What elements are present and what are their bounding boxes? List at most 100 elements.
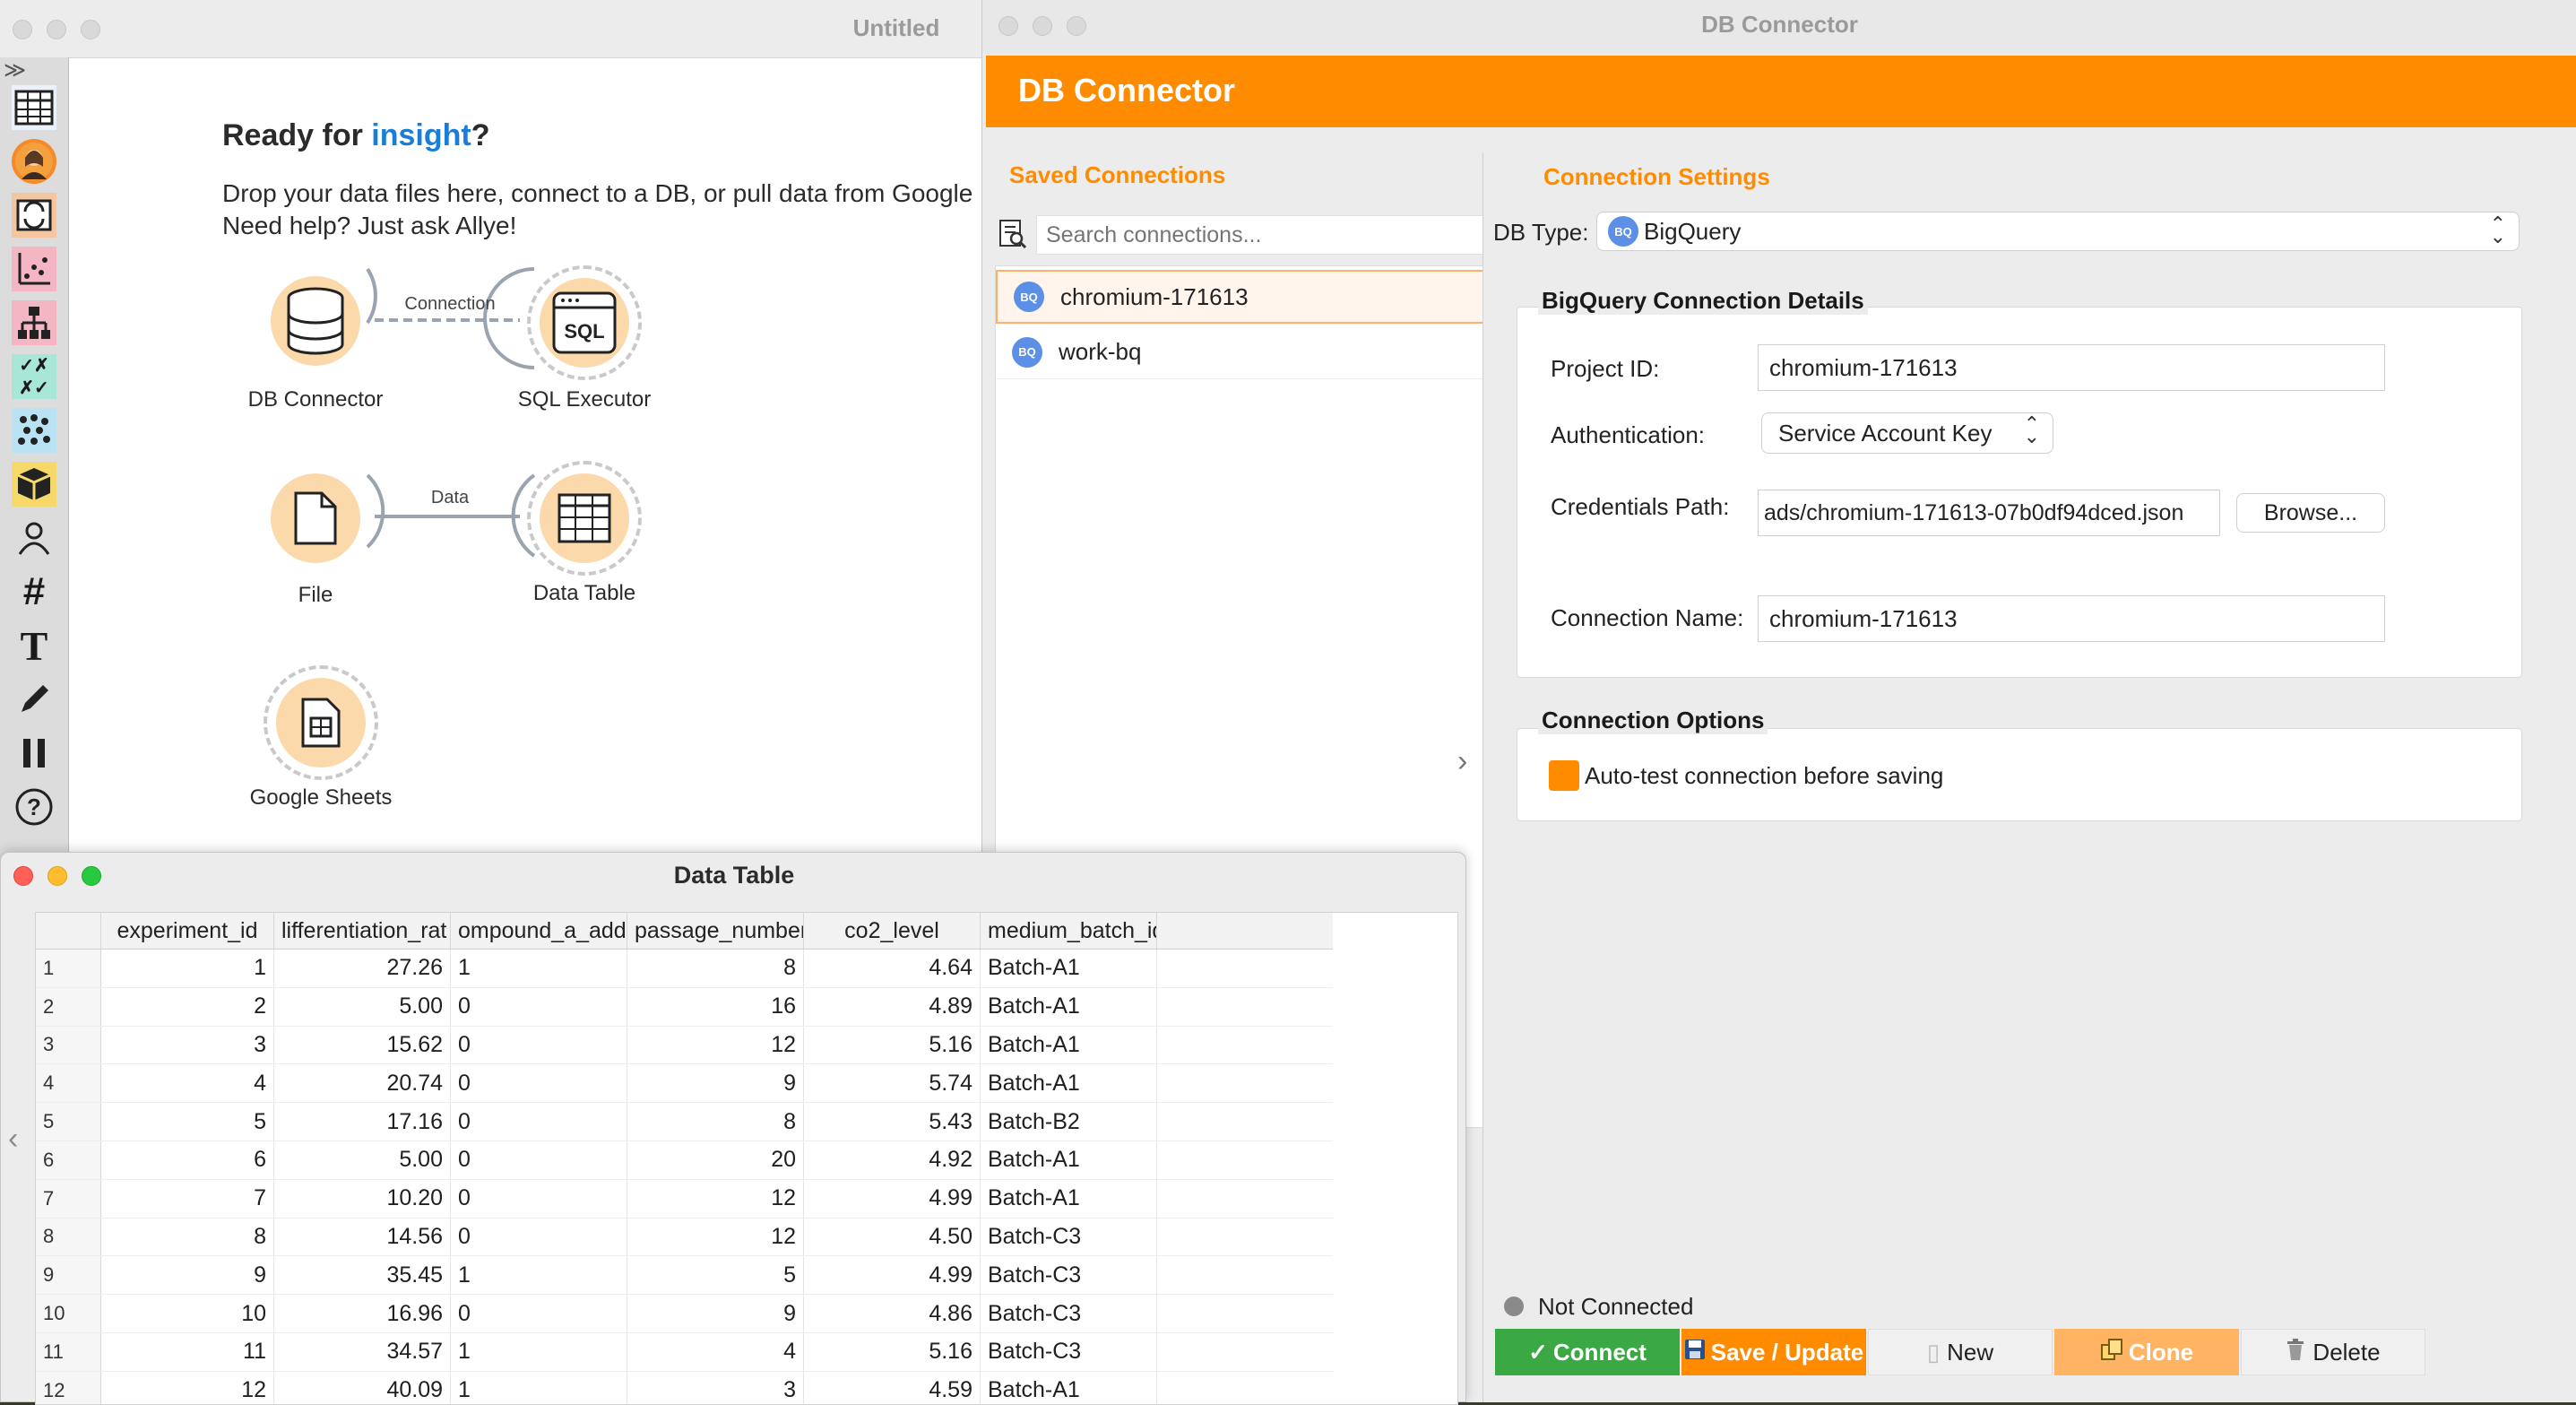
table-cell[interactable]: 6 [101,1140,274,1179]
autotest-option[interactable]: Auto-test connection before saving [1549,760,1943,791]
clone-button[interactable]: Clone [2054,1329,2239,1375]
table-row[interactable]: 4420.74095.74Batch-A1 [36,1064,1333,1103]
table-row[interactable]: 7710.200124.99Batch-A1 [36,1179,1333,1218]
table-cell[interactable]: 5.16 [804,1332,981,1371]
table-cell[interactable]: 3 [627,1371,804,1405]
row-number[interactable]: 10 [36,1295,101,1333]
table-cell[interactable]: Batch-C3 [981,1256,1157,1295]
search-connections-field[interactable] [1036,215,1529,255]
column-header[interactable]: lifferentiation_rat [274,913,451,950]
table-cell[interactable]: 9 [101,1256,274,1295]
table-cell[interactable]: 35.45 [274,1256,451,1295]
table-cell[interactable]: 7 [101,1179,274,1218]
table-row[interactable]: 101016.96094.86Batch-C3 [36,1295,1333,1333]
list-item-connection[interactable]: BQ chromium-171613 [996,270,1539,324]
table-cell[interactable]: Batch-A1 [981,1026,1157,1064]
node-db-connector[interactable] [271,276,360,366]
table-row[interactable]: 9935.45154.99Batch-C3 [36,1256,1333,1295]
table-cell[interactable]: Batch-A1 [981,1179,1157,1218]
table-cell[interactable]: 9 [627,1064,804,1103]
table-cell[interactable]: 0 [451,1140,627,1179]
table-row[interactable]: 3315.620125.16Batch-A1 [36,1026,1333,1064]
table-cell[interactable]: 34.57 [274,1332,451,1371]
save-update-button[interactable]: Save / Update [1681,1329,1866,1375]
credentials-path-field[interactable] [1758,490,2220,536]
column-header[interactable]: medium_batch_id [981,913,1157,950]
table-cell[interactable]: 0 [451,1103,627,1141]
table-row[interactable]: 1127.26184.64Batch-A1 [36,950,1333,988]
node-sql-executor[interactable]: SQL [540,278,629,368]
table-cell[interactable]: 9 [627,1295,804,1333]
delete-button[interactable]: Delete [2241,1329,2425,1375]
table-cell[interactable]: 5.00 [274,1140,451,1179]
table-cell[interactable]: 20 [627,1140,804,1179]
table-cell[interactable]: 0 [451,1218,627,1256]
table-cell[interactable]: 5.43 [804,1103,981,1141]
table-cell[interactable]: Batch-A1 [981,1140,1157,1179]
table-cell[interactable]: 0 [451,1026,627,1064]
row-number[interactable]: 3 [36,1026,101,1064]
table-cell[interactable]: 1 [451,1371,627,1405]
project-id-field[interactable] [1758,344,2385,391]
table-cell[interactable]: 12 [627,1026,804,1064]
connection-name-field[interactable] [1758,595,2385,642]
table-cell[interactable]: Batch-B2 [981,1103,1157,1141]
table-cell[interactable]: 5.16 [804,1026,981,1064]
chevron-right-icon[interactable]: › [1457,744,1467,779]
connect-button[interactable]: ✓Connect [1495,1329,1680,1375]
row-number[interactable]: 12 [36,1371,101,1405]
table-cell[interactable]: 1 [451,1256,627,1295]
table-cell[interactable]: 8 [101,1218,274,1256]
table-cell[interactable]: 4.86 [804,1295,981,1333]
row-number[interactable]: 8 [36,1218,101,1256]
table-cell[interactable]: Batch-A1 [981,987,1157,1026]
row-number[interactable]: 4 [36,1064,101,1103]
table-row[interactable]: 225.000164.89Batch-A1 [36,987,1333,1026]
table-cell[interactable]: 8 [627,950,804,988]
table-cell[interactable]: 5 [627,1256,804,1295]
table-cell[interactable]: Batch-C3 [981,1332,1157,1371]
table-cell[interactable]: 5 [101,1103,274,1141]
table-cell[interactable]: 1 [451,950,627,988]
table-cell[interactable]: 12 [627,1179,804,1218]
table-cell[interactable]: 10.20 [274,1179,451,1218]
column-header[interactable]: co2_level [804,913,981,950]
list-item-connection[interactable]: BQ work-bq [996,325,1539,379]
project-id-input[interactable] [1759,345,2384,390]
credentials-path-input[interactable] [1759,490,2219,535]
row-number[interactable]: 5 [36,1103,101,1141]
table-cell[interactable]: 4.92 [804,1140,981,1179]
table-cell[interactable]: 17.16 [274,1103,451,1141]
table-cell[interactable]: 40.09 [274,1371,451,1405]
table-cell[interactable]: 1 [101,950,274,988]
table-cell[interactable]: Batch-A1 [981,950,1157,988]
row-number[interactable]: 2 [36,987,101,1026]
row-number[interactable]: 1 [36,950,101,988]
node-google-sheets[interactable] [276,678,366,768]
column-header[interactable]: passage_number [627,913,804,950]
authentication-select[interactable]: Service Account Key ⌃⌄ [1761,412,2053,454]
table-cell[interactable]: 0 [451,1179,627,1218]
row-number-header[interactable] [36,913,101,950]
chevron-left-icon[interactable]: ‹ [8,1122,18,1157]
autotest-checkbox[interactable] [1549,760,1579,791]
table-cell[interactable]: 2 [101,987,274,1026]
row-number[interactable]: 11 [36,1332,101,1371]
row-number[interactable]: 6 [36,1140,101,1179]
table-cell[interactable]: Batch-A1 [981,1371,1157,1405]
table-row[interactable]: 111134.57145.16Batch-C3 [36,1332,1333,1371]
table-cell[interactable]: 16.96 [274,1295,451,1333]
table-cell[interactable]: 3 [101,1026,274,1064]
table-cell[interactable]: 4.89 [804,987,981,1026]
search-connections-input[interactable] [1037,216,1528,254]
table-cell[interactable]: 0 [451,1064,627,1103]
table-cell[interactable]: 4.64 [804,950,981,988]
table-cell[interactable]: 1 [451,1332,627,1371]
table-row[interactable]: 121240.09134.59Batch-A1 [36,1371,1333,1405]
table-cell[interactable]: 0 [451,1295,627,1333]
table-cell[interactable]: Batch-A1 [981,1064,1157,1103]
table-cell[interactable]: 4.59 [804,1371,981,1405]
table-cell[interactable]: 27.26 [274,950,451,988]
db-type-select[interactable]: BQ BigQuery ⌃⌄ [1596,212,2520,251]
new-button[interactable]: ▯New [1868,1329,2053,1375]
